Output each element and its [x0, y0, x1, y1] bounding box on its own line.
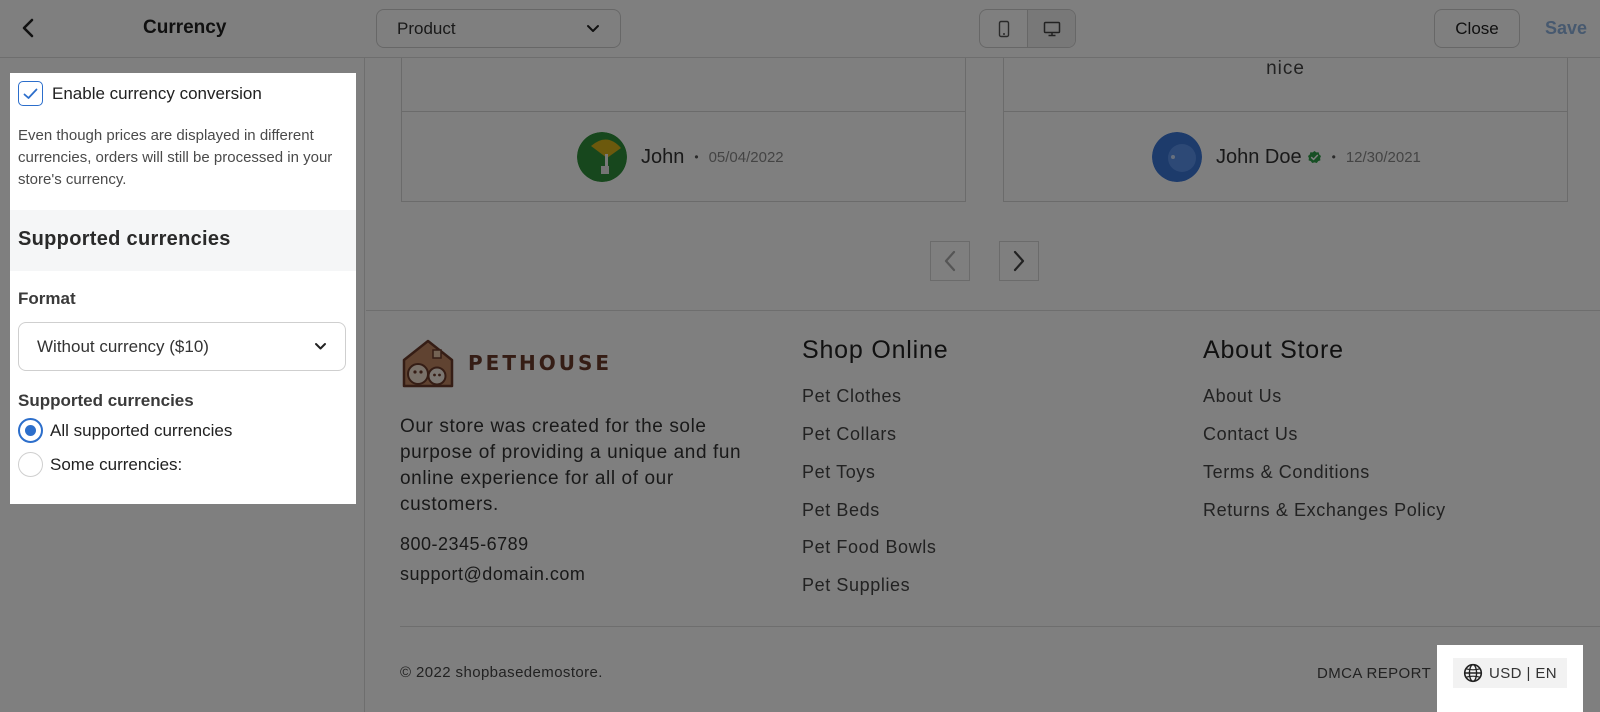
- reviewer-info: John • 05/04/2022: [577, 132, 784, 182]
- brand-name: PETHOUSE: [468, 351, 613, 375]
- shop-online-heading: Shop Online: [802, 336, 949, 364]
- footer-link-pet-supplies[interactable]: Pet Supplies: [802, 575, 910, 596]
- desktop-view-button[interactable]: [1027, 10, 1075, 47]
- footer-link-pet-toys[interactable]: Pet Toys: [802, 462, 876, 483]
- footer-link-returns-policy[interactable]: Returns & Exchanges Policy: [1203, 500, 1446, 521]
- store-phone[interactable]: 800-2345-6789: [400, 534, 529, 555]
- avatar: [577, 132, 627, 182]
- pet-house-logo-icon: [402, 339, 454, 388]
- carousel-next-button[interactable]: [999, 241, 1039, 281]
- chevron-down-icon: [315, 343, 326, 350]
- page-type-select[interactable]: Product: [376, 9, 621, 48]
- avatar: [1152, 132, 1202, 182]
- currency-language-selector[interactable]: USD | EN: [1453, 658, 1567, 688]
- footer-link-pet-beds[interactable]: Pet Beds: [802, 500, 880, 521]
- footer-link-terms[interactable]: Terms & Conditions: [1203, 462, 1370, 483]
- chevron-left-icon: [22, 18, 34, 38]
- verified-badge-icon: [1307, 150, 1322, 165]
- footer-link-pet-collars[interactable]: Pet Collars: [802, 424, 897, 445]
- all-currencies-label: All supported currencies: [50, 420, 233, 440]
- format-select[interactable]: Without currency ($10): [18, 322, 346, 371]
- currency-settings-card: Enable currency conversion Even though p…: [10, 73, 356, 503]
- all-currencies-radio[interactable]: [18, 418, 43, 443]
- desktop-icon: [1043, 21, 1060, 36]
- store-email[interactable]: support@domain.com: [400, 564, 585, 585]
- mobile-icon: [998, 20, 1009, 37]
- about-store-heading: About Store: [1203, 336, 1344, 364]
- supported-currencies-label: Supported currencies: [18, 391, 194, 410]
- store-logo[interactable]: PETHOUSE: [400, 338, 612, 388]
- footer-link-about-us[interactable]: About Us: [1203, 386, 1282, 407]
- save-button[interactable]: Save: [1532, 9, 1600, 48]
- checkbox-box[interactable]: [18, 81, 43, 106]
- reviewer-name: John: [641, 145, 685, 168]
- globe-icon: [1463, 663, 1483, 683]
- back-button[interactable]: [14, 14, 42, 42]
- some-currencies-radio[interactable]: [18, 452, 43, 477]
- enable-currency-conversion-checkbox[interactable]: Enable currency conversion: [18, 81, 262, 106]
- page-type-value: Product: [397, 18, 456, 38]
- carousel-prev-button[interactable]: [930, 241, 970, 281]
- all-currencies-radio-option[interactable]: All supported currencies: [18, 418, 232, 443]
- currency-locale-highlight: USD | EN: [1437, 644, 1583, 700]
- device-toggle: [979, 9, 1076, 48]
- format-select-value: Without currency ($10): [37, 336, 209, 356]
- some-currencies-label: Some currencies:: [50, 454, 183, 474]
- footer-link-pet-food-bowls[interactable]: Pet Food Bowls: [802, 537, 936, 558]
- currency-help-text: Even though prices are displayed in diff…: [18, 127, 333, 188]
- copyright-text: © 2022 shopbasedemostore.: [400, 664, 603, 681]
- checkmark-icon: [23, 88, 38, 99]
- store-description: Our store was created for the sole purpo…: [400, 416, 742, 515]
- review-text: nice: [1266, 58, 1305, 79]
- chevron-right-icon: [1013, 250, 1025, 272]
- store-preview: John • 05/04/2022 nice John Doe • 12/30/…: [366, 58, 1600, 712]
- panel-title: Currency: [143, 17, 227, 38]
- locale-text: USD | EN: [1489, 664, 1557, 682]
- some-currencies-radio-option[interactable]: Some currencies:: [18, 452, 182, 477]
- review-date: 12/30/2021: [1345, 148, 1421, 166]
- supported-currencies-heading: Supported currencies: [18, 228, 231, 250]
- review-card: nice John Doe • 12/30/2021: [1003, 58, 1568, 202]
- chevron-left-icon: [944, 250, 956, 272]
- editor-toolbar: Currency Product Close Save: [0, 0, 1600, 58]
- chevron-down-icon: [587, 24, 599, 32]
- close-button[interactable]: Close: [1434, 9, 1520, 48]
- settings-sidebar: Enable currency conversion Even though p…: [0, 58, 365, 712]
- review-card: John • 05/04/2022: [401, 58, 966, 202]
- footer-link-pet-clothes[interactable]: Pet Clothes: [802, 386, 902, 407]
- mobile-view-button[interactable]: [980, 10, 1027, 47]
- dmca-report-link[interactable]: DMCA REPORT: [1317, 665, 1431, 682]
- enable-currency-conversion-label: Enable currency conversion: [52, 83, 262, 103]
- format-label: Format: [18, 289, 76, 308]
- review-date: 05/04/2022: [708, 148, 784, 166]
- reviewer-name: John Doe: [1216, 145, 1302, 168]
- footer-link-contact-us[interactable]: Contact Us: [1203, 424, 1298, 445]
- reviewer-info: John Doe • 12/30/2021: [1152, 132, 1421, 182]
